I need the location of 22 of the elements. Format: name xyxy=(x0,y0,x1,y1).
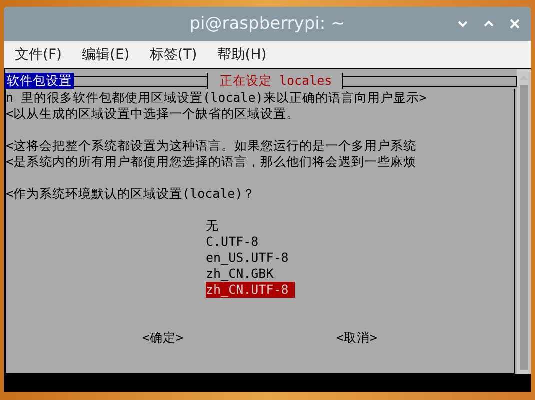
dialog-title: 正在设定 locales xyxy=(206,73,344,89)
window-title: pi@raspberrypi: ~ xyxy=(190,14,346,34)
message-line: <是系统内的所有用户都使用您选择的语言，那么他们将会遇到一些麻烦 xyxy=(6,154,418,170)
menu-item[interactable]: 帮助(H) xyxy=(217,46,267,64)
menu-item[interactable]: 编辑(E) xyxy=(82,46,130,64)
message-line: n 里的很多软件包都使用区域设置(locale)来以正确的语言向用户显示> xyxy=(6,90,428,106)
menu-item[interactable]: 文件(F) xyxy=(15,46,62,64)
scrollbar[interactable] xyxy=(517,69,531,374)
close-icon[interactable] xyxy=(509,18,521,30)
message-line: <作为系统环境默认的区域设置(locale)？ xyxy=(6,186,257,202)
locale-option[interactable]: C.UTF-8 xyxy=(206,234,265,250)
dialog-button[interactable]: <确定> xyxy=(142,330,184,346)
locale-option[interactable]: zh_CN.UTF-8 xyxy=(206,282,295,298)
dialog-button[interactable]: <取消> xyxy=(336,330,378,346)
locale-option[interactable]: zh_CN.GBK xyxy=(206,266,280,282)
locale-option[interactable]: en_US.UTF-8 xyxy=(206,250,295,266)
message-line: <以从生成的区域设置中选择一个缺省的区域设置。 xyxy=(6,106,301,122)
scrollbar-thumb[interactable] xyxy=(520,85,528,370)
menu-item[interactable]: 标签(T) xyxy=(150,46,198,64)
backtitle: 软件包设置 xyxy=(5,73,74,89)
locale-option[interactable]: 无 xyxy=(206,218,225,234)
message-line: <这将会把整个系统都设置为这种语言。如果您运行的是一个多用户系统 xyxy=(6,138,418,154)
